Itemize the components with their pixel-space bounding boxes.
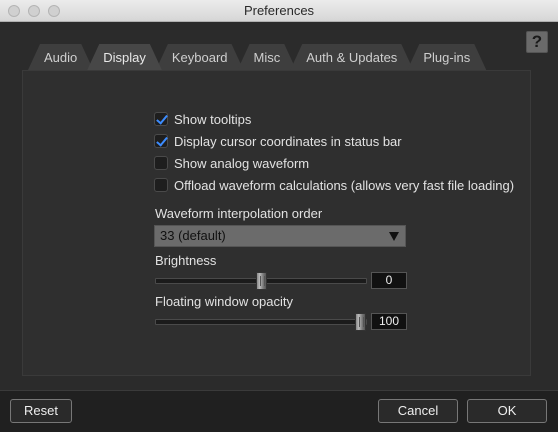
offload-waveform-label: Offload waveform calculations (allows ve… [174,177,515,193]
close-window-button[interactable] [8,5,20,17]
help-button[interactable]: ? [526,31,548,53]
tab-keyboard[interactable]: Keyboard [156,44,244,70]
title-bar: Preferences [0,0,558,22]
zoom-window-button[interactable] [48,5,60,17]
cursor-coordinates-checkbox[interactable] [154,134,168,148]
display-settings-panel: Show tooltips Display cursor coordinates… [22,70,531,376]
preferences-body: ? Audio Display Keyboard Misc Auth & Upd… [0,22,558,390]
window-title: Preferences [243,3,315,18]
cancel-button[interactable]: Cancel [378,399,458,423]
brightness-slider[interactable] [155,272,367,290]
show-tooltips-label: Show tooltips [174,111,252,127]
tab-misc[interactable]: Misc [238,44,297,70]
brightness-slider-thumb[interactable] [256,272,267,290]
analog-waveform-label: Show analog waveform [174,155,310,171]
show-tooltips-checkbox[interactable] [154,112,168,126]
dropdown-arrow-icon [389,232,399,241]
help-icon: ? [531,32,543,51]
reset-button[interactable]: Reset [10,399,72,423]
tab-display[interactable]: Display [87,44,162,70]
interpolation-select[interactable]: 33 (default) [154,225,406,247]
tab-bar: Audio Display Keyboard Misc Auth & Updat… [28,44,480,70]
analog-waveform-row[interactable]: Show analog waveform [154,154,309,172]
analog-waveform-checkbox[interactable] [154,156,168,170]
brightness-label: Brightness [155,253,217,268]
interpolation-value: 33 (default) [160,228,226,243]
tab-plug-ins[interactable]: Plug-ins [407,44,486,70]
opacity-slider-thumb[interactable] [355,313,366,331]
ok-button[interactable]: OK [467,399,547,423]
brightness-value-field[interactable]: 0 [371,272,407,289]
tab-audio[interactable]: Audio [28,44,93,70]
cursor-coordinates-label: Display cursor coordinates in status bar [174,133,402,149]
opacity-label: Floating window opacity [155,294,294,309]
opacity-value-field[interactable]: 100 [371,313,407,330]
interpolation-label: Waveform interpolation order [155,206,323,221]
opacity-slider[interactable] [155,313,367,331]
minimize-window-button[interactable] [28,5,40,17]
show-tooltips-row[interactable]: Show tooltips [154,110,251,128]
cursor-coordinates-row[interactable]: Display cursor coordinates in status bar [154,132,402,150]
tab-auth-updates[interactable]: Auth & Updates [290,44,413,70]
dialog-footer: Reset Cancel OK [0,390,558,432]
offload-waveform-row[interactable]: Offload waveform calculations (allows ve… [154,176,514,194]
offload-waveform-checkbox[interactable] [154,178,168,192]
